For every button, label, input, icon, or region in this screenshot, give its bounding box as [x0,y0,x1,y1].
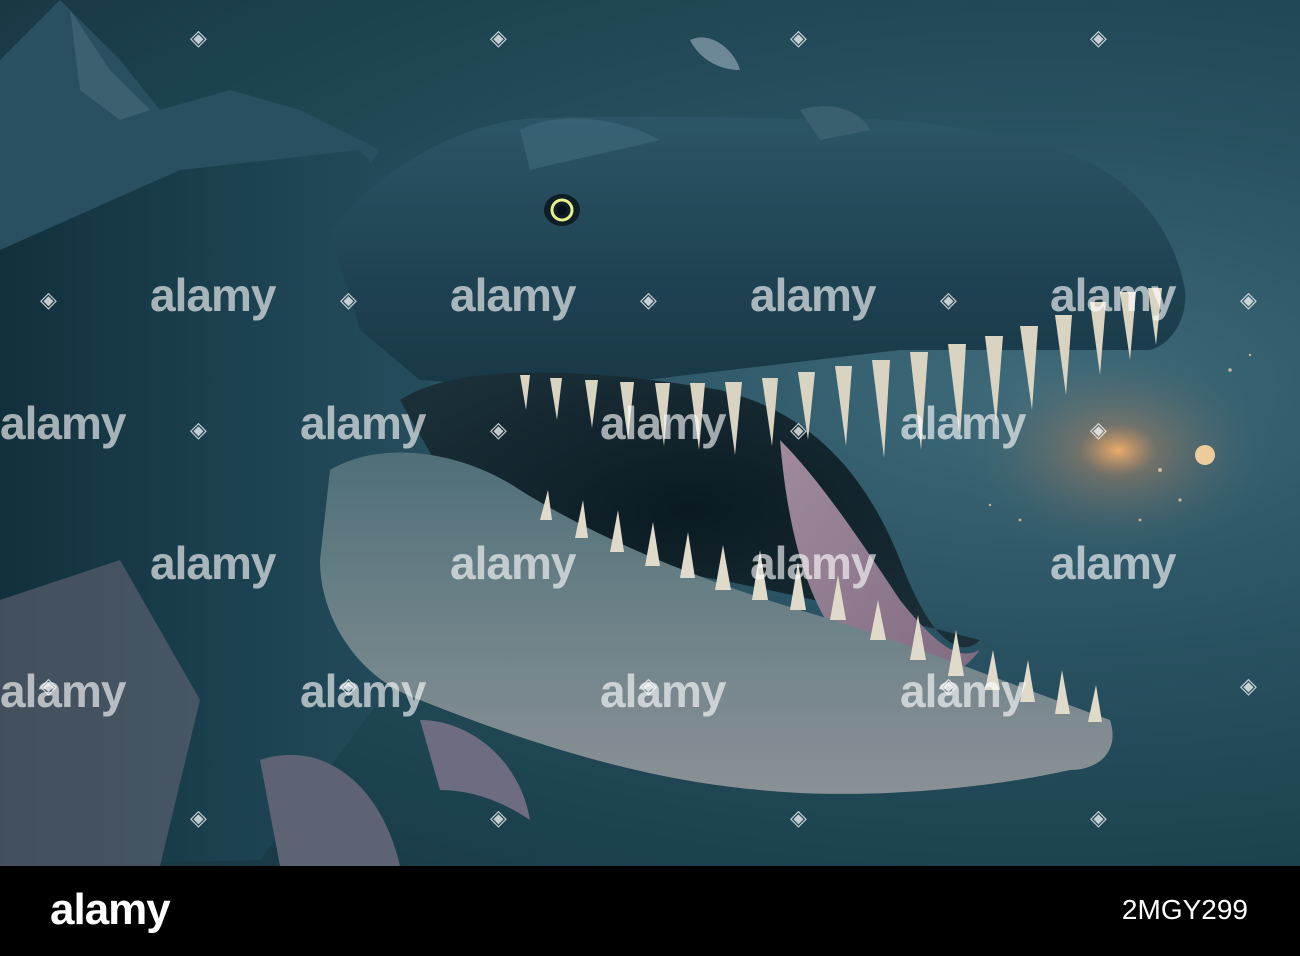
dinosaur-photo: ◈ ◈ ◈ ◈ alamy alamy alamy alamy ◈ ◈ ◈ ◈ … [0,0,1300,866]
dinosaur-illustration [0,0,1300,866]
eye-pupil [557,205,567,215]
upper-skull [330,116,1186,390]
stock-photo-frame: ◈ ◈ ◈ ◈ alamy alamy alamy alamy ◈ ◈ ◈ ◈ … [0,0,1300,956]
alamy-logo: alamy [50,885,171,934]
footer-bar: alamy 2MGY299 [0,866,1300,956]
light-flare [1195,445,1215,465]
image-id: 2MGY299 [1121,894,1248,925]
